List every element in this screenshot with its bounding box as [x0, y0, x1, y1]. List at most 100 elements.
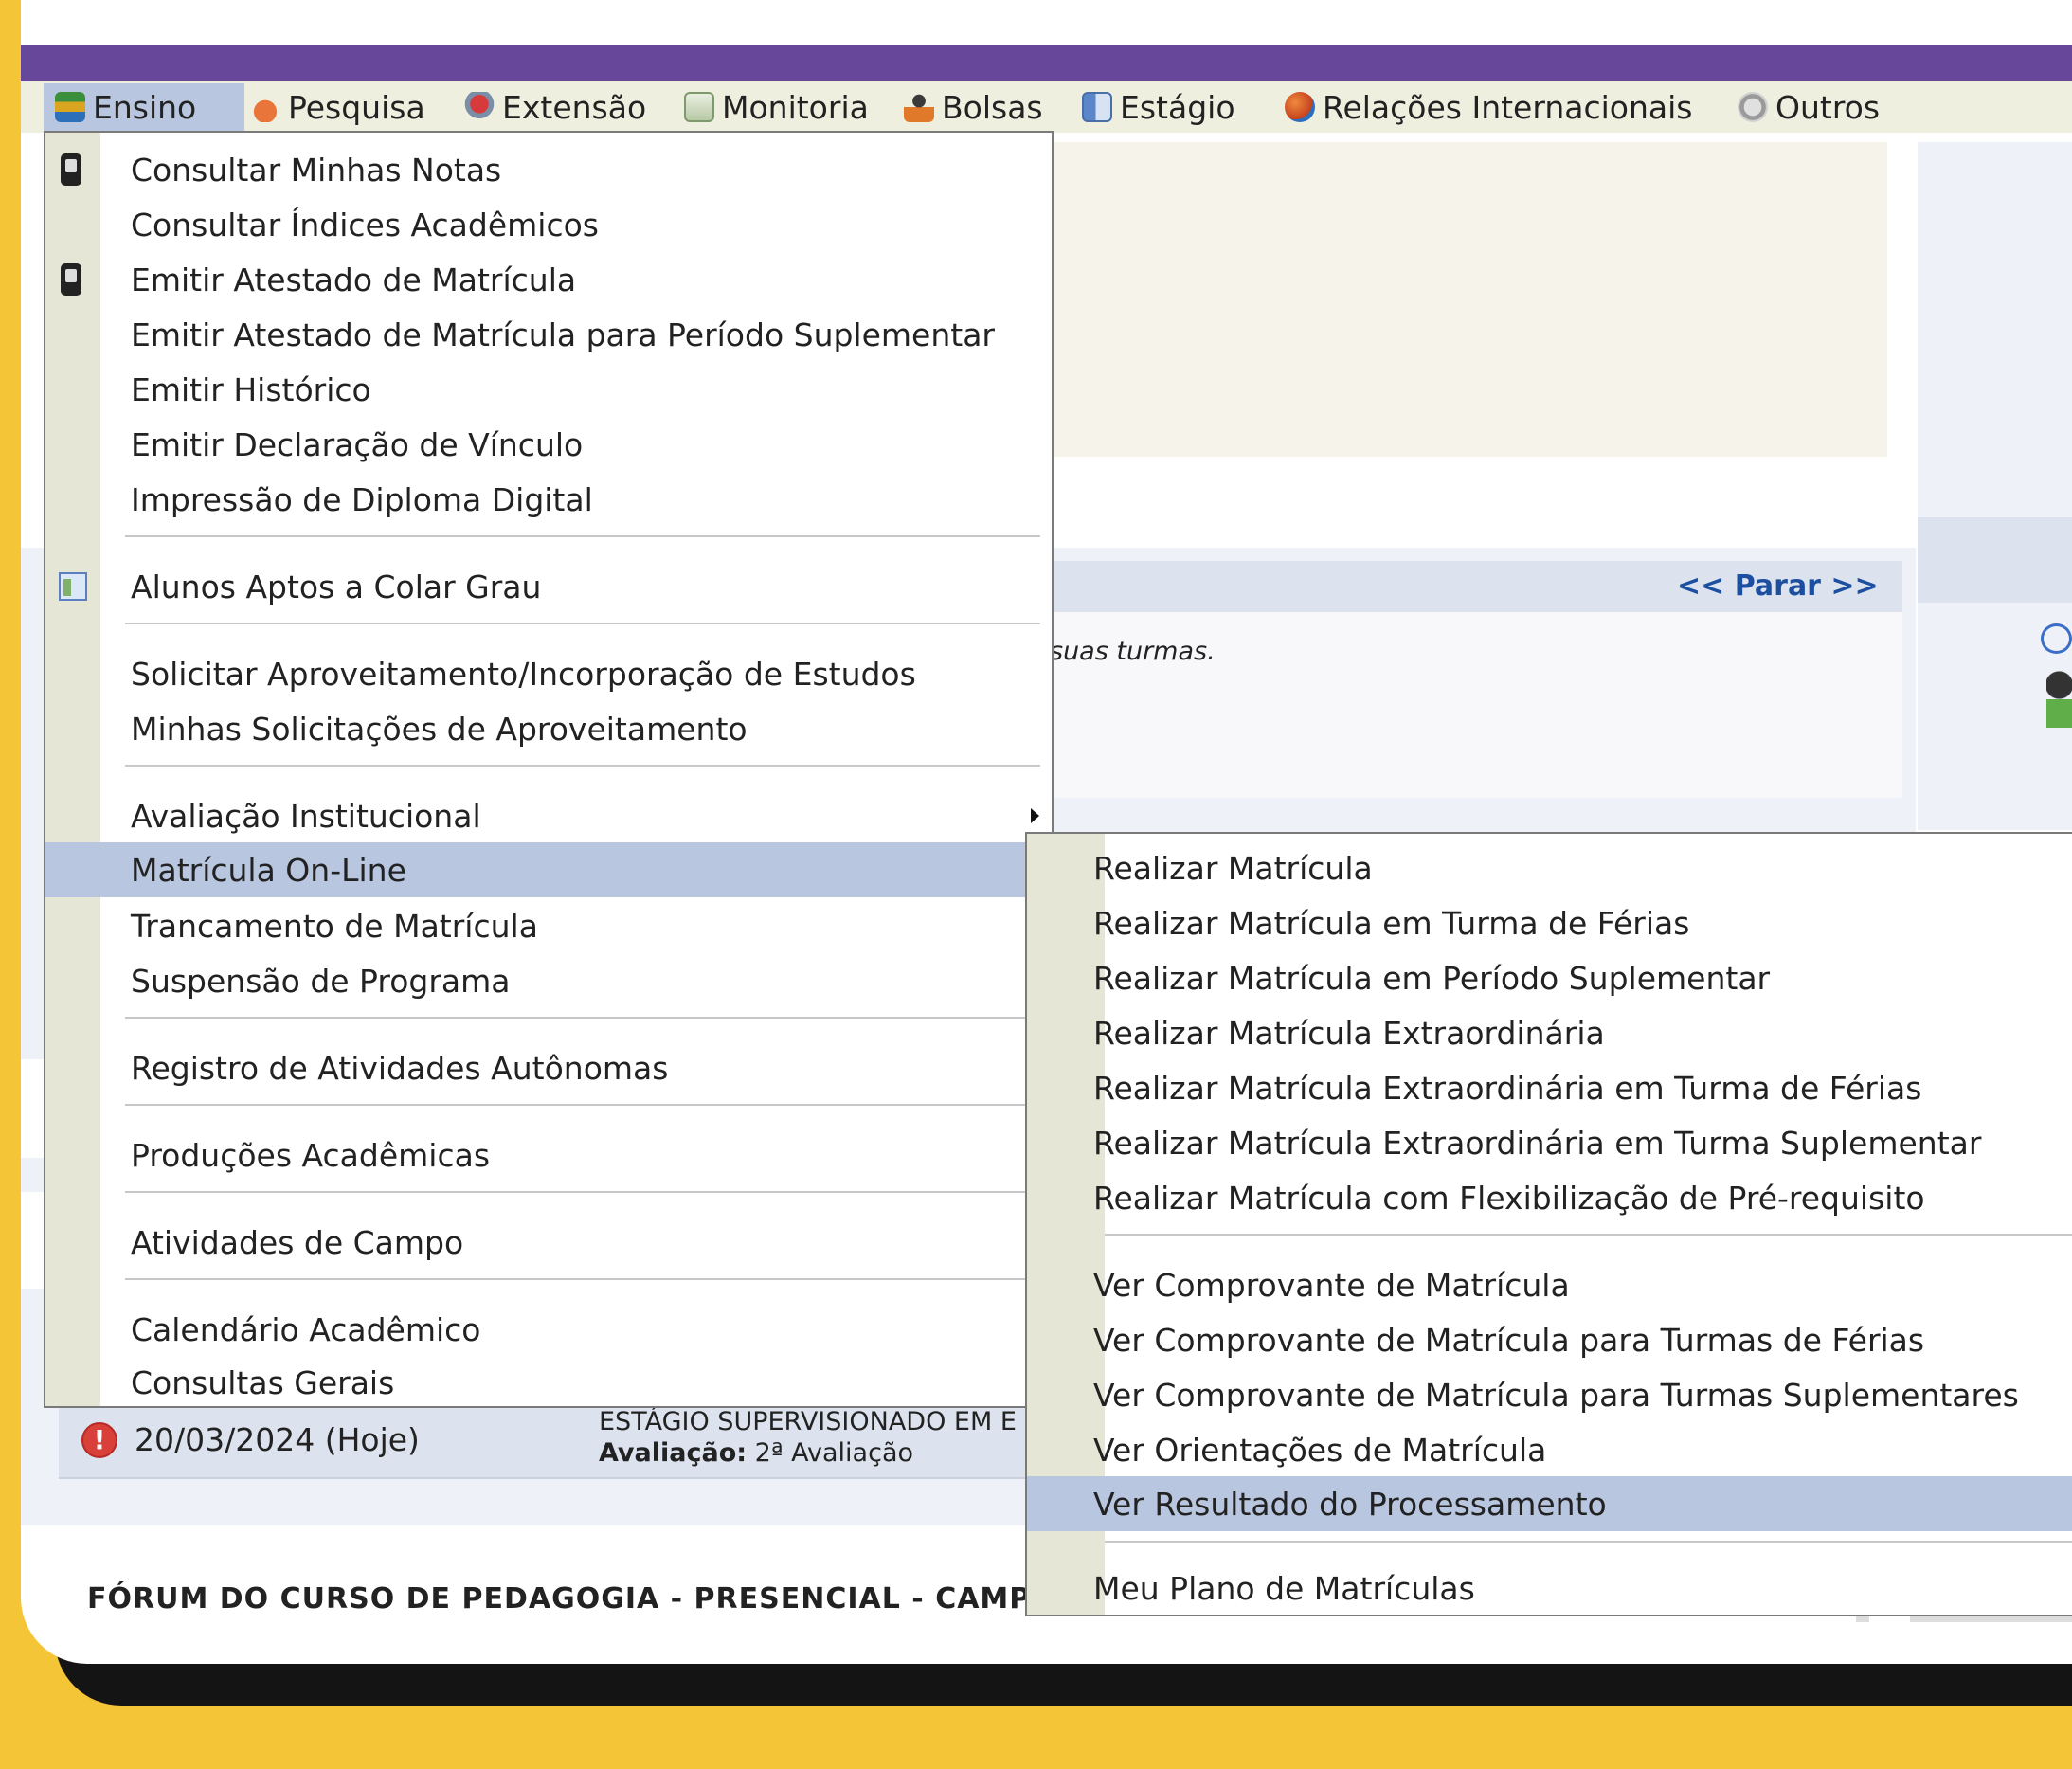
menu-solicitar-aproveitamento[interactable]: Solicitar Aproveitamento/Incorporação de… — [45, 647, 1052, 700]
submenu-extraordinaria-suplementar[interactable]: Realizar Matrícula Extraordinária em Tur… — [1027, 1116, 2072, 1169]
submenu-matricula-extraordinaria[interactable]: Realizar Matrícula Extraordinária — [1027, 1006, 2072, 1059]
submenu-matricula-periodo-suplementar[interactable]: Realizar Matrícula em Período Suplementa… — [1027, 951, 2072, 1004]
nav-bolsas[interactable]: Bolsas — [904, 83, 1043, 131]
browser-screen: Ensino Pesquisa Extensão Monitoria Bolsa… — [21, 0, 2072, 1664]
menu-registro-atividades-label: Registro de Atividades Autônomas — [131, 1049, 669, 1087]
nav-extensao-label: Extensão — [502, 88, 647, 126]
activity-title: ESTÁGIO SUPERVISIONADO EM E — [599, 1407, 1017, 1436]
nav-ensino[interactable]: Ensino — [44, 83, 244, 131]
menu-separator — [125, 1104, 1040, 1106]
menu-emitir-declaracao[interactable]: Emitir Declaração de Vínculo — [45, 419, 1052, 471]
menu-alunos-aptos[interactable]: Alunos Aptos a Colar Grau — [45, 560, 1052, 613]
menu-emitir-atestado[interactable]: Emitir Atestado de Matrícula — [45, 254, 1052, 306]
menu-consultas-gerais-label: Consultas Gerais — [131, 1363, 395, 1401]
menu-separator — [125, 1278, 1040, 1280]
turmas-text: suas turmas. — [1050, 637, 1216, 666]
menu-calendario-academico-label: Calendário Acadêmico — [131, 1310, 481, 1348]
nav-pesquisa-label: Pesquisa — [288, 88, 425, 126]
menu-separator — [1105, 1234, 2072, 1236]
submenu-extraordinaria-ferias-label: Realizar Matrícula Extraordinária em Tur… — [1093, 1069, 1922, 1107]
alert-icon: ! — [81, 1421, 117, 1458]
menu-emitir-historico[interactable]: Emitir Histórico — [45, 364, 1052, 416]
menu-impressao-diploma[interactable]: Impressão de Diploma Digital — [45, 474, 1052, 526]
right-panel-header — [1918, 517, 2072, 603]
menu-minhas-solicitacoes[interactable]: Minhas Solicitações de Aproveitamento — [45, 702, 1052, 755]
nav-monitoria-label: Monitoria — [722, 88, 869, 126]
menu-avaliacao-institucional-label: Avaliação Institucional — [131, 797, 481, 835]
menu-suspensao-programa[interactable]: Suspensão de Programa — [45, 954, 1052, 1007]
submenu-extraordinaria-suplementar-label: Realizar Matrícula Extraordinária em Tur… — [1093, 1124, 1982, 1162]
presentation-icon — [684, 92, 714, 122]
menu-matricula-online[interactable]: Matrícula On-Line — [45, 842, 1052, 897]
submenu-comprovante-ferias-label: Ver Comprovante de Matrícula para Turmas… — [1093, 1321, 1925, 1359]
nav-ensino-label: Ensino — [93, 88, 197, 126]
books-icon — [55, 92, 85, 122]
nav-outros-label: Outros — [1775, 88, 1881, 126]
menu-producoes-academicas[interactable]: Produções Acadêmicas — [45, 1128, 1052, 1182]
menu-emitir-historico-label: Emitir Histórico — [131, 371, 371, 408]
menu-avaliacao-institucional[interactable]: Avaliação Institucional — [45, 789, 1052, 842]
content-panel-top — [1030, 142, 1887, 457]
submenu-matricula-turma-ferias[interactable]: Realizar Matrícula em Turma de Férias — [1027, 896, 2072, 949]
menu-separator — [125, 623, 1040, 624]
submenu-matricula-extraordinaria-label: Realizar Matrícula Extraordinária — [1093, 1014, 1605, 1052]
menu-emitir-atestado-suplementar[interactable]: Emitir Atestado de Matrícula para Períod… — [45, 309, 1052, 361]
menu-atividades-campo[interactable]: Atividades de Campo — [45, 1216, 1052, 1269]
nav-estagio[interactable]: Estágio — [1082, 83, 1235, 131]
flask-icon — [250, 92, 280, 122]
submenu-comprovante-label: Ver Comprovante de Matrícula — [1093, 1266, 1570, 1304]
submenu-matricula-turma-ferias-label: Realizar Matrícula em Turma de Férias — [1093, 904, 1690, 942]
menu-minhas-solicitacoes-label: Minhas Solicitações de Aproveitamento — [131, 710, 748, 748]
nav-estagio-label: Estágio — [1120, 88, 1235, 126]
menu-consultar-indices[interactable]: Consultar Índices Acadêmicos — [45, 199, 1052, 251]
menu-impressao-diploma-label: Impressão de Diploma Digital — [131, 481, 593, 518]
menu-consultar-indices-label: Consultar Índices Acadêmicos — [131, 207, 599, 244]
header-bar — [21, 45, 2072, 81]
menu-registro-atividades[interactable]: Registro de Atividades Autônomas — [45, 1041, 1052, 1094]
submenu-plano-matriculas[interactable]: Meu Plano de Matrículas — [1027, 1561, 2072, 1615]
menu-separator — [1105, 1541, 2072, 1543]
submenu-realizar-matricula[interactable]: Realizar Matrícula — [1027, 841, 2072, 894]
nav-extensao[interactable]: Extensão — [464, 83, 646, 131]
menu-consultar-notas[interactable]: Consultar Minhas Notas — [45, 144, 1052, 196]
menu-atividades-campo-label: Atividades de Campo — [131, 1223, 464, 1261]
window-icon — [59, 572, 87, 601]
nav-outros[interactable]: Outros — [1738, 83, 1880, 131]
submenu-flexibilizacao-prerequisito[interactable]: Realizar Matrícula com Flexibilização de… — [1027, 1171, 2072, 1224]
menu-alunos-aptos-label: Alunos Aptos a Colar Grau — [131, 568, 542, 605]
submenu-realizar-matricula-label: Realizar Matrícula — [1093, 849, 1373, 887]
evaluation-value: 2ª Avaliação — [754, 1438, 914, 1468]
matricula-submenu: Realizar Matrícula Realizar Matrícula em… — [1025, 832, 2072, 1616]
nav-pesquisa[interactable]: Pesquisa — [250, 83, 425, 131]
submenu-comprovante-ferias[interactable]: Ver Comprovante de Matrícula para Turmas… — [1027, 1313, 2072, 1366]
person-icon — [904, 92, 934, 122]
mobile-icon — [61, 263, 81, 296]
parar-link[interactable]: << Parar >> — [1677, 569, 1879, 603]
submenu-comprovante-suplementares[interactable]: Ver Comprovante de Matrícula para Turmas… — [1027, 1368, 2072, 1421]
menu-solicitar-aproveitamento-label: Solicitar Aproveitamento/Incorporação de… — [131, 655, 916, 693]
menu-consultas-gerais[interactable]: Consultas Gerais — [45, 1358, 1052, 1407]
evaluation-label: Avaliação: — [599, 1438, 748, 1468]
submenu-comprovante-suplementares-label: Ver Comprovante de Matrícula para Turmas… — [1093, 1376, 2019, 1414]
nav-relacoes-internacionais[interactable]: Relações Internacionais — [1285, 83, 1692, 131]
menu-emitir-atestado-suplementar-label: Emitir Atestado de Matrícula para Períod… — [131, 316, 995, 353]
menu-trancamento[interactable]: Trancamento de Matrícula — [45, 899, 1052, 952]
menu-suspensao-programa-label: Suspensão de Programa — [131, 962, 511, 1000]
submenu-comprovante[interactable]: Ver Comprovante de Matrícula — [1027, 1258, 2072, 1311]
ensino-menu: Consultar Minhas Notas Consultar Índices… — [44, 131, 1054, 1408]
mobile-icon — [61, 153, 81, 186]
menu-separator — [125, 765, 1040, 767]
search-circle-icon — [2041, 623, 2072, 654]
menu-producoes-academicas-label: Produções Acadêmicas — [131, 1136, 491, 1174]
menu-calendario-academico[interactable]: Calendário Acadêmico — [45, 1303, 1052, 1356]
activity-date-row: ! 20/03/2024 (Hoje) — [81, 1421, 420, 1458]
menu-trancamento-label: Trancamento de Matrícula — [131, 907, 538, 945]
submenu-matricula-periodo-suplementar-label: Realizar Matrícula em Período Suplementa… — [1093, 959, 1771, 997]
id-card-icon — [1082, 92, 1112, 122]
nav-monitoria[interactable]: Monitoria — [684, 83, 869, 131]
submenu-orientacoes[interactable]: Ver Orientações de Matrícula — [1027, 1423, 2072, 1476]
submenu-extraordinaria-ferias[interactable]: Realizar Matrícula Extraordinária em Tur… — [1027, 1061, 2072, 1114]
submenu-flexibilizacao-prerequisito-label: Realizar Matrícula com Flexibilização de… — [1093, 1179, 1925, 1217]
submenu-resultado-processamento[interactable]: Ver Resultado do Processamento — [1027, 1476, 2072, 1531]
activity-date: 20/03/2024 (Hoje) — [135, 1421, 420, 1458]
